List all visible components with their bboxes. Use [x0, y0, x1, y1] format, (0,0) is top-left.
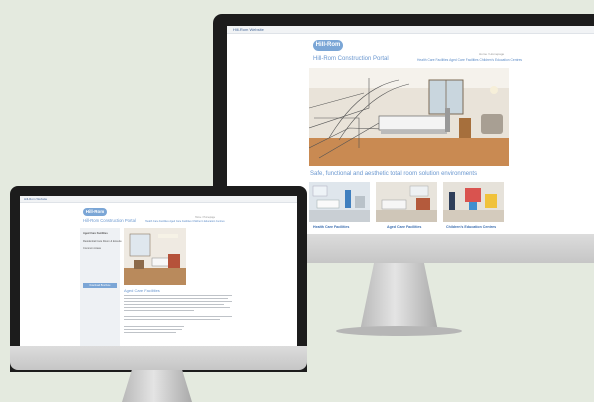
- sidebar-heading: Aged Care Facilities: [83, 232, 108, 235]
- section-heading: Aged Care Facilities: [124, 288, 160, 293]
- hospital-room-illustration: [309, 68, 509, 166]
- hero-image: [309, 68, 509, 166]
- breadcrumb[interactable]: Home / Homepage: [479, 52, 504, 56]
- logo[interactable]: Hill-Rom: [83, 208, 107, 216]
- small-monitor-screen: Hill-Rom Website Hill-Rom Home / Homepag…: [20, 196, 297, 346]
- page-title: Hill-Rom Construction Portal: [83, 218, 136, 223]
- card-label-health-care[interactable]: Health Care Facilities: [313, 225, 349, 229]
- topbar-link[interactable]: Hill-Rom Website: [24, 197, 47, 201]
- topbar-link[interactable]: Hill-Rom Website: [233, 27, 264, 32]
- card-image-health-care[interactable]: [309, 182, 370, 222]
- large-monitor-foot: [336, 326, 462, 336]
- main-nav[interactable]: Health Care Facilities Aged Care Facilit…: [417, 58, 522, 62]
- card-label-childrens-education[interactable]: Children's Education Centres: [446, 225, 496, 229]
- health-care-room-photo: [309, 182, 370, 222]
- logo[interactable]: Hill-Rom: [313, 40, 343, 51]
- sidebar-item-residential-care[interactable]: Residential Care Room & Ensuite: [83, 240, 122, 243]
- aged-care-room-photo: [124, 228, 186, 285]
- breadcrumb[interactable]: Home / Homepage: [195, 216, 215, 219]
- main-nav[interactable]: Health Care Facilities Aged Care Facilit…: [145, 220, 225, 223]
- aged-care-room-image: [124, 228, 186, 285]
- card-image-aged-care[interactable]: [376, 182, 437, 222]
- download-brochure-button[interactable]: Download Brochure: [83, 283, 117, 288]
- body-text: [124, 295, 234, 345]
- small-monitor-stand: [122, 370, 192, 402]
- page-title: Hill-Rom Construction Portal: [313, 56, 389, 62]
- aged-care-room-photo: [376, 182, 437, 222]
- sidebar-item-common-areas[interactable]: Common Areas: [83, 247, 101, 250]
- section-heading: Safe, functional and aesthetic total roo…: [310, 171, 478, 177]
- childrens-education-photo: [443, 182, 504, 222]
- site-topbar: Hill-Rom Website: [20, 196, 297, 203]
- large-monitor-stand: [360, 263, 438, 331]
- site-topbar: Hill-Rom Website: [227, 26, 594, 34]
- small-monitor-chin: [10, 346, 307, 370]
- card-image-childrens-education[interactable]: [443, 182, 504, 222]
- sidebar: Aged Care Facilities Residential Care Ro…: [80, 228, 122, 346]
- card-label-aged-care[interactable]: Aged Care Facilities: [387, 225, 421, 229]
